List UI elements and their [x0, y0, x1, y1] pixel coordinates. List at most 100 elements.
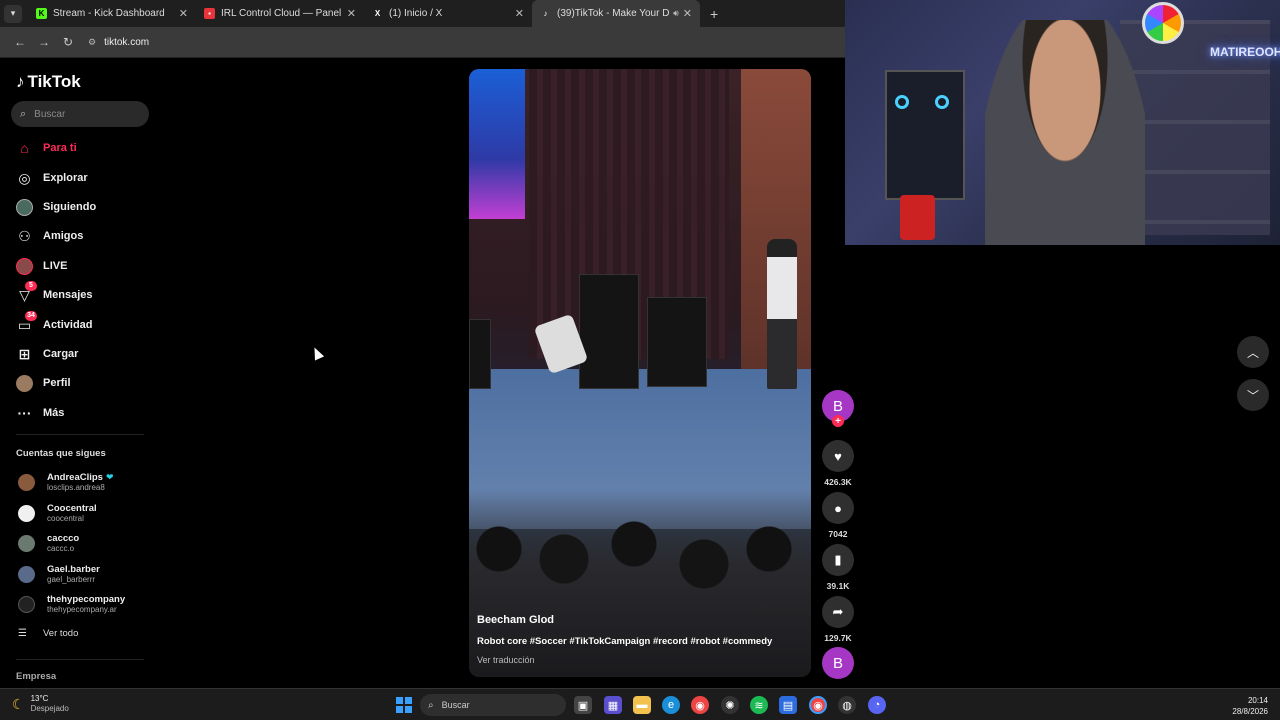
- see-all-button[interactable]: ☰ Ver todo: [18, 628, 78, 639]
- nav-mas[interactable]: ··· Más: [16, 403, 65, 423]
- windows-start-icon[interactable]: [396, 697, 412, 713]
- nav-label: Más: [43, 407, 65, 419]
- video-player[interactable]: Beecham Glod Robot core #Soccer #TikTokC…: [469, 69, 811, 677]
- nav-siguiendo[interactable]: Siguiendo: [16, 197, 96, 217]
- nav-live[interactable]: LIVE: [16, 256, 67, 276]
- see-all-label: Ver todo: [42, 628, 79, 639]
- account-handle: thehypecompany.ar: [47, 605, 117, 614]
- verified-icon: ❤︎: [105, 472, 114, 482]
- webcam-fan-light: [895, 95, 909, 109]
- following-account[interactable]: thehypecompany thehypecompany.ar: [18, 594, 125, 615]
- weather-widget[interactable]: ☾ 13°C Despejado: [12, 694, 69, 714]
- spotify-icon[interactable]: ≋: [750, 696, 768, 714]
- tiktok-logo[interactable]: ♪ TikTok: [16, 72, 81, 92]
- nav-explorar[interactable]: ◎ Explorar: [16, 168, 87, 188]
- mouse-cursor-icon: [309, 345, 325, 361]
- search-icon: ⌕: [20, 107, 27, 120]
- nav-amigos[interactable]: ⚇ Amigos: [16, 226, 83, 246]
- nav-label: Mensajes: [43, 289, 93, 301]
- taskbar: ☾ 13°C Despejado ⌕ Buscar ▣ ▦ ▬ e ◉ ✺ ≋ …: [0, 688, 1280, 720]
- discord-icon[interactable]: ◔: [868, 696, 886, 714]
- comment-icon: ●: [834, 500, 842, 516]
- chrome-active-icon[interactable]: ◉: [809, 696, 827, 714]
- speaker-icon[interactable]: 🔊︎: [673, 8, 679, 19]
- webcam-overlay: MATIREOOHI: [845, 0, 1280, 245]
- search-input[interactable]: ⌕ Buscar: [11, 101, 149, 127]
- following-account[interactable]: caccco caccc.o: [18, 533, 79, 554]
- nav-label: Siguiendo: [43, 201, 97, 213]
- webcam-pc-case: [885, 70, 965, 200]
- tab-kick[interactable]: K Stream - Kick Dashboard ✕: [28, 0, 196, 27]
- follow-plus-icon[interactable]: +: [832, 415, 844, 427]
- tab-title: Stream - Kick Dashboard: [53, 8, 165, 19]
- translate-link[interactable]: Ver traducción: [477, 655, 797, 665]
- sound-disc[interactable]: B: [822, 647, 854, 679]
- comment-count: 7042: [828, 529, 848, 539]
- nav-perfil[interactable]: Perfil: [16, 373, 71, 393]
- close-tab-icon[interactable]: ✕: [347, 7, 356, 20]
- share-button[interactable]: ➦: [822, 596, 854, 628]
- store-app-icon[interactable]: ▦: [604, 696, 622, 714]
- back-icon[interactable]: ←: [8, 35, 32, 49]
- save-button[interactable]: ▮: [822, 544, 854, 576]
- edge-icon[interactable]: e: [662, 696, 680, 714]
- nav-cargar[interactable]: ⊞ Cargar: [16, 344, 79, 364]
- avatar: [18, 474, 35, 491]
- task-view-icon[interactable]: ▣: [574, 696, 592, 714]
- video-author[interactable]: Beecham Glod: [477, 614, 797, 626]
- nav-actividad[interactable]: ▭ 34 Actividad: [16, 310, 93, 335]
- chrome-icon[interactable]: ◉: [691, 696, 709, 714]
- tab-tiktok[interactable]: ♪ (39)TikTok - Make Your Day 🔊︎ ✕: [532, 0, 700, 27]
- tab-title: IRL Control Cloud — Panel de C: [221, 8, 343, 19]
- tab-irl-control[interactable]: ▪ IRL Control Cloud — Panel de C ✕: [196, 0, 364, 27]
- tab-search-icon[interactable]: ▾: [4, 4, 22, 23]
- following-account[interactable]: AndreaClips ❤︎ losclips.andrea8: [18, 472, 114, 493]
- close-tab-icon[interactable]: ✕: [515, 7, 524, 20]
- nav-label: Cargar: [43, 348, 79, 360]
- compass-icon: ◎: [18, 169, 31, 186]
- upload-icon: ⊞: [18, 345, 31, 362]
- previous-video-button[interactable]: ︿: [1237, 336, 1269, 368]
- chatgpt-icon[interactable]: ✺: [721, 696, 739, 714]
- site-info-icon[interactable]: ⚙: [88, 37, 96, 48]
- bookmark-icon: ▮: [834, 552, 842, 567]
- account-name: Coocentral: [47, 503, 97, 514]
- nav-para-ti[interactable]: ⌂ Para ti: [16, 138, 76, 158]
- close-tab-icon[interactable]: ✕: [179, 7, 188, 20]
- tiktok-note-icon: ♪: [16, 72, 25, 91]
- temperature: 13°C: [30, 694, 49, 703]
- search-placeholder: Buscar: [34, 108, 66, 120]
- more-icon: ···: [17, 405, 32, 421]
- taskbar-search[interactable]: ⌕ Buscar: [420, 694, 566, 716]
- tab-x[interactable]: X (1) Inicio / X ✕: [364, 0, 532, 27]
- video-frame-person: [767, 239, 797, 389]
- new-tab-icon[interactable]: +: [710, 6, 718, 22]
- reload-icon[interactable]: ↻: [56, 35, 80, 49]
- following-account[interactable]: Coocentral coocentral: [18, 503, 97, 524]
- comment-button[interactable]: ●: [822, 492, 854, 524]
- system-clock[interactable]: 20:14 28/8/2026: [1232, 695, 1268, 717]
- next-video-button[interactable]: ﹀: [1237, 379, 1269, 411]
- sidebar: ♪ TikTok ⌕ Buscar ⌂ Para ti ◎ Explorar S…: [0, 58, 165, 688]
- following-title: Cuentas que sigues: [16, 448, 106, 459]
- company-link[interactable]: Empresa: [16, 671, 56, 682]
- account-handle: caccc.o: [47, 544, 75, 553]
- app-icon[interactable]: ▤: [779, 696, 797, 714]
- obs-icon[interactable]: ◍: [838, 696, 856, 714]
- close-tab-icon[interactable]: ✕: [683, 7, 692, 20]
- neon-sign: MATIREOOHI: [1210, 45, 1280, 59]
- nav-label: LIVE: [43, 260, 68, 272]
- chevron-down-icon: ﹀: [1246, 388, 1259, 403]
- file-explorer-icon[interactable]: ▬: [633, 696, 651, 714]
- url-field[interactable]: ⚙ tiktok.com: [88, 37, 149, 48]
- divider: [16, 434, 144, 435]
- following-account[interactable]: Gael.barber gael_barberrr: [18, 564, 100, 585]
- tab-title: (1) Inicio / X: [389, 8, 443, 19]
- video-description: Robot core #Soccer #TikTokCampaign #reco…: [477, 636, 773, 647]
- forward-icon[interactable]: →: [32, 35, 56, 49]
- share-arrow-icon: ➦: [832, 604, 844, 619]
- nav-mensajes[interactable]: ▽ 5 Mensajes: [16, 280, 93, 305]
- webcam-streamer: [985, 20, 1145, 245]
- account-handle: gael_barberrr: [47, 575, 96, 584]
- like-button[interactable]: ♥: [822, 440, 854, 472]
